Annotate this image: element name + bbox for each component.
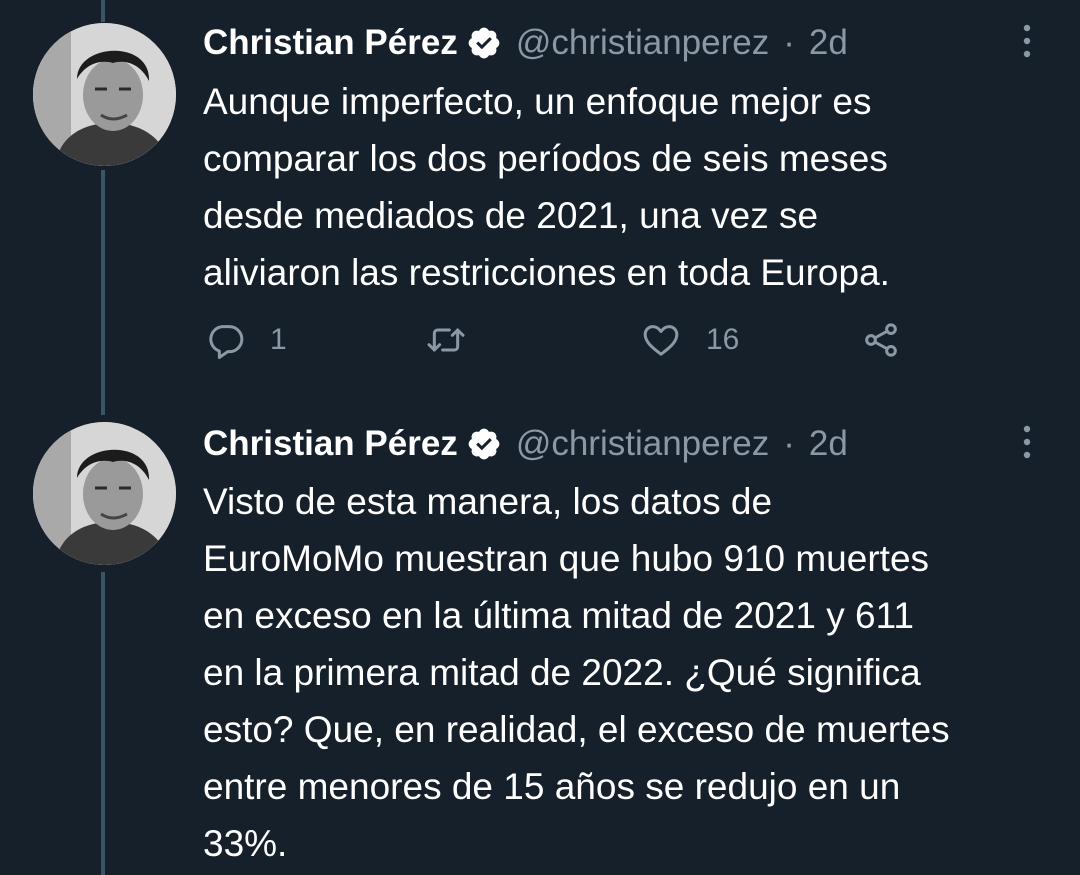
tweet-text: Visto de esta manera, los datos de EuroM… [203,481,950,864]
timestamp[interactable]: 2d [809,23,848,63]
avatar-photo [33,23,176,166]
separator-dot: · [783,424,795,463]
tweet-header: Christian Pérez @christianperez · 2d [203,17,848,69]
user-handle[interactable]: @christianperez [516,23,769,63]
more-options-icon[interactable] [1015,421,1039,465]
thread-line-continuation [101,572,105,875]
user-handle[interactable]: @christianperez [516,424,769,464]
display-name[interactable]: Christian Pérez [203,23,458,63]
timestamp[interactable]: 2d [809,424,848,464]
avatar[interactable] [33,422,176,565]
heart-icon [643,325,679,356]
thread-line-connector [101,170,105,415]
share-button[interactable] [860,318,902,362]
separator-dot: · [783,23,795,62]
retweet-icon [427,328,465,352]
tweet-header: Christian Pérez @christianperez · 2d [203,418,848,470]
retweet-button[interactable] [424,318,468,362]
thread-line-top [101,0,105,22]
reply-count: 1 [270,323,287,356]
verified-badge-icon [466,426,502,462]
share-icon [865,323,897,357]
tweet-text: Aunque imperfecto, un enfoque mejor es c… [203,81,890,293]
like-button[interactable]: 16 [640,318,739,362]
verified-badge-icon [466,25,502,61]
avatar-photo [33,422,176,565]
reply-icon [209,325,244,359]
avatar[interactable] [33,23,176,166]
display-name[interactable]: Christian Pérez [203,424,458,464]
more-options-icon[interactable] [1015,20,1039,64]
reply-button[interactable]: 1 [206,318,287,362]
like-count: 16 [706,323,740,356]
